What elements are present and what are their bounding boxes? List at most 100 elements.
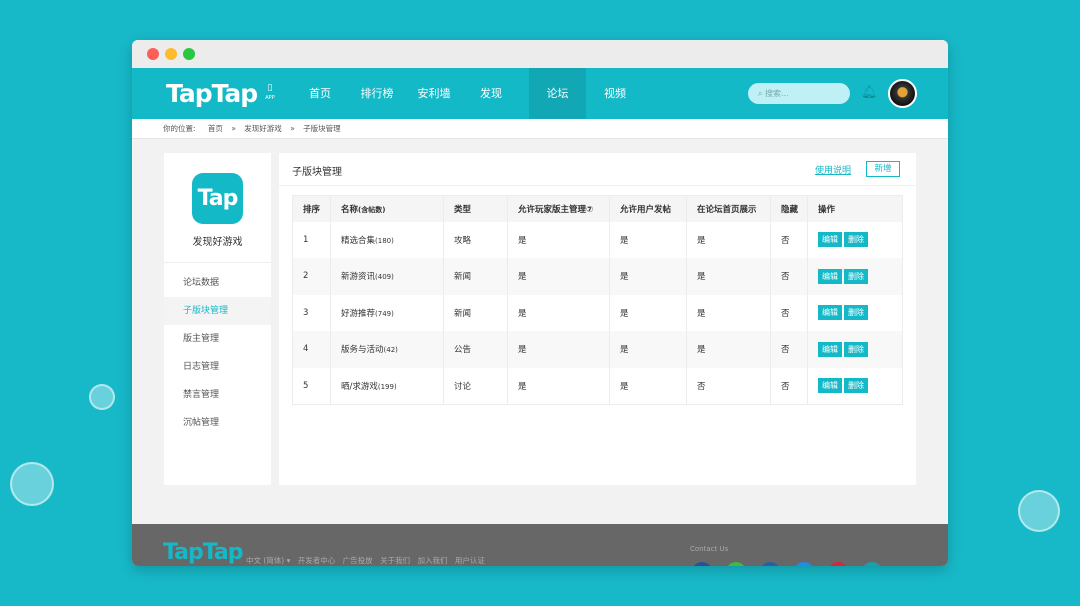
- col-actions: 操作: [807, 195, 903, 222]
- weibo-icon[interactable]: [828, 562, 848, 566]
- close-window-button[interactable]: [147, 48, 159, 60]
- sidebar-item-moderator-management[interactable]: 版主管理: [164, 325, 271, 353]
- cell-type: 新闻: [443, 258, 508, 295]
- maximize-window-button[interactable]: [183, 48, 195, 60]
- search-icon: ⌕: [758, 89, 763, 98]
- nav-home[interactable]: 首页: [300, 68, 340, 119]
- col-type: 类型: [443, 195, 508, 222]
- cell-order: 4: [292, 331, 331, 368]
- search-placeholder: 搜索...: [765, 89, 789, 98]
- delete-button[interactable]: 删除: [844, 232, 868, 248]
- search-input[interactable]: ⌕ 搜索...: [748, 83, 850, 104]
- cell-hidden: 否: [770, 294, 808, 331]
- cell-user-post: 是: [609, 294, 687, 331]
- edit-button[interactable]: 编辑: [818, 232, 842, 248]
- avatar[interactable]: [888, 79, 917, 108]
- cell-player-moderator: 是: [507, 294, 610, 331]
- cell-actions: 编辑 删除: [808, 368, 903, 405]
- cell-name: 晒/求游戏(199): [330, 367, 444, 404]
- window-titlebar: [132, 40, 948, 68]
- footer-logo[interactable]: TapTap: [163, 540, 244, 565]
- language-select[interactable]: 中文 (简体) ▾: [246, 556, 290, 565]
- sidebar-item-log-management[interactable]: 日志管理: [164, 353, 271, 381]
- cell-user-post: 是: [609, 258, 687, 295]
- breadcrumb-game[interactable]: 发现好游戏: [244, 124, 282, 133]
- app-download-icon[interactable]: ▯ APP: [264, 84, 276, 103]
- wechat-icon[interactable]: [726, 562, 746, 566]
- sidebar-item-subforum-management[interactable]: 子版块管理: [164, 297, 271, 325]
- main-panel: 子版块管理 使用说明 新增 排序 名称(含帖数) 类型 允许玩家版主管理⑦ 允许…: [279, 153, 916, 485]
- edit-button[interactable]: 编辑: [818, 378, 842, 393]
- subforum-name: 版务与活动: [341, 345, 384, 356]
- game-name: 发现好游戏: [164, 233, 271, 263]
- cell-hidden: 否: [770, 258, 808, 295]
- cell-type: 新闻: [443, 294, 508, 331]
- nav-rankings[interactable]: 排行榜: [357, 68, 397, 119]
- footer-link-join[interactable]: 加入我们: [417, 556, 447, 565]
- cell-order: 1: [292, 221, 331, 258]
- cell-show-home: 否: [686, 367, 771, 404]
- nav-forum[interactable]: 论坛: [529, 68, 586, 119]
- breadcrumb-label: 你的位置:: [163, 124, 196, 133]
- add-button[interactable]: 新增: [866, 161, 900, 177]
- app-label: APP: [265, 95, 275, 101]
- col-player-moderator: 允许玩家版主管理⑦: [507, 195, 610, 222]
- sidebar-item-sink-management[interactable]: 沉帖管理: [164, 409, 271, 437]
- delete-button[interactable]: 删除: [844, 378, 868, 393]
- delete-button[interactable]: 删除: [844, 341, 868, 357]
- nav-video[interactable]: 视频: [595, 68, 635, 119]
- cell-name: 新游资讯(409): [330, 258, 444, 295]
- delete-button[interactable]: 删除: [844, 268, 868, 284]
- breadcrumb-home[interactable]: 首页: [208, 124, 223, 133]
- bell-icon[interactable]: 🔔︎: [861, 85, 878, 100]
- cell-actions: 编辑 删除: [808, 295, 903, 332]
- social-icon[interactable]: [692, 562, 712, 566]
- table-row: 4 版务与活动(42) 公告 是 是 是 否 编辑 删除: [292, 331, 903, 368]
- help-link[interactable]: 使用说明: [815, 163, 851, 176]
- sidebar-item-forum-data[interactable]: 论坛数据: [164, 269, 271, 297]
- game-icon: Tap: [192, 173, 243, 224]
- social-icon[interactable]: [760, 562, 780, 566]
- cell-actions: 编辑 删除: [808, 222, 903, 259]
- nav-discover[interactable]: 发现: [471, 68, 511, 119]
- cell-show-home: 是: [686, 331, 771, 368]
- col-order: 排序: [292, 195, 331, 222]
- edit-button[interactable]: 编辑: [818, 341, 842, 357]
- cell-show-home: 是: [686, 258, 771, 295]
- edit-button[interactable]: 编辑: [818, 268, 842, 284]
- minimize-window-button[interactable]: [165, 48, 177, 60]
- breadcrumb-separator: »: [231, 124, 236, 133]
- table-row: 1 精选合集(180) 攻略 是 是 是 否 编辑 删除: [292, 221, 903, 259]
- footer-links: 中文 (简体) ▾ 开发者中心 广告投放 关于我们 加入我们 用户认证: [246, 555, 490, 566]
- cell-show-home: 是: [686, 221, 771, 258]
- nav-recommend-wall[interactable]: 安利墙: [414, 68, 454, 119]
- social-icon[interactable]: [794, 562, 814, 566]
- edit-button[interactable]: 编辑: [818, 305, 842, 321]
- post-count: (199): [377, 382, 397, 391]
- sidebar-item-mute-management[interactable]: 禁言管理: [164, 381, 271, 409]
- decorative-bubble: [10, 462, 54, 506]
- footer-link-developer[interactable]: 开发者中心: [298, 556, 336, 565]
- footer-link-verify[interactable]: 用户认证: [455, 556, 485, 565]
- contact-us-label: Contact Us: [690, 545, 729, 553]
- cell-hidden: 否: [770, 331, 808, 368]
- cell-actions: 编辑 删除: [807, 331, 903, 368]
- col-user-post: 允许用户发帖: [609, 195, 687, 222]
- taptap-logo[interactable]: TapTap: [166, 79, 258, 108]
- col-name-label: 名称: [341, 204, 359, 215]
- table-row: 5 晒/求游戏(199) 讨论 是 是 否 否 编辑 删除: [292, 367, 903, 405]
- page-title: 子版块管理: [292, 167, 342, 178]
- cell-order: 5: [292, 367, 331, 404]
- cell-name: 好游推荐(749): [330, 294, 444, 331]
- subforum-name: 好游推荐: [341, 308, 376, 319]
- browser-window: TapTap ▯ APP 首页 排行榜 安利墙 发现 论坛 视频 ⌕ 搜索... …: [132, 40, 948, 566]
- cell-player-moderator: 是: [507, 221, 610, 258]
- subforum-name: 精选合集: [341, 235, 376, 246]
- footer-link-ads[interactable]: 广告投放: [343, 556, 373, 565]
- delete-button[interactable]: 删除: [844, 305, 868, 321]
- col-hidden: 隐藏: [770, 195, 808, 222]
- col-show-home: 在论坛首页展示: [686, 195, 771, 222]
- breadcrumb-current: 子版块管理: [303, 124, 341, 133]
- footer-link-about[interactable]: 关于我们: [380, 556, 410, 565]
- social-icon[interactable]: [862, 562, 882, 566]
